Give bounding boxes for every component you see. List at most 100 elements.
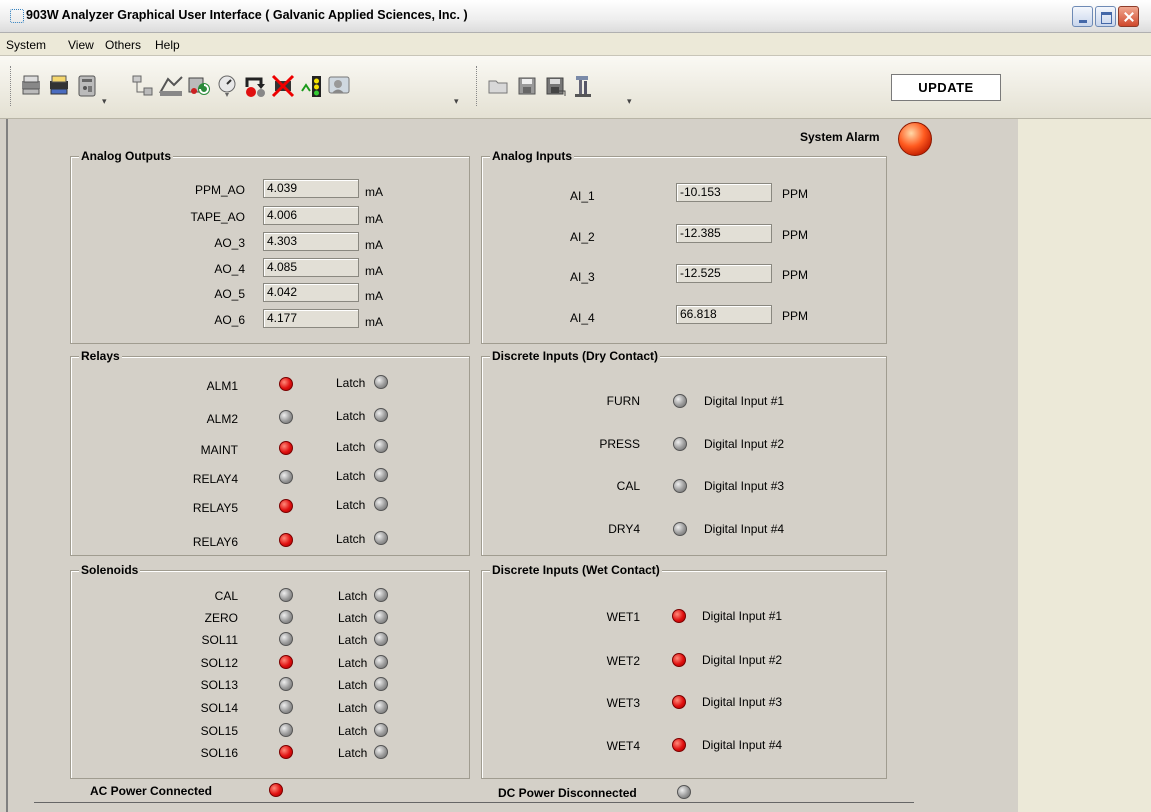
analog-output-value: 4.303 xyxy=(263,232,359,251)
latch-label: Latch xyxy=(338,701,368,715)
chart-icon[interactable] xyxy=(158,73,184,99)
latch-led[interactable] xyxy=(374,723,388,737)
relay-name: RELAY5 xyxy=(192,501,238,515)
unit-label: PPM xyxy=(782,309,809,323)
analog-input-value: -12.525 xyxy=(676,264,772,283)
analog-output-value: 4.039 xyxy=(263,179,359,198)
latch-led[interactable] xyxy=(374,655,388,669)
toolbar-grip[interactable] xyxy=(10,66,14,106)
latch-led[interactable] xyxy=(374,700,388,714)
unit-label: mA xyxy=(365,264,383,278)
dry-input-label: Digital Input #3 xyxy=(704,479,785,493)
wet-input-name: WET2 xyxy=(606,654,640,668)
latch-label: Latch xyxy=(336,409,366,423)
divider xyxy=(34,802,914,803)
latch-label: Latch xyxy=(336,498,366,512)
latch-label: Latch xyxy=(338,678,368,692)
solenoid-name: SOL13 xyxy=(200,678,238,692)
solenoid-name: SOL11 xyxy=(201,633,238,647)
relay-led xyxy=(279,410,293,424)
dc-power-label: DC Power Disconnected xyxy=(498,786,637,800)
latch-label: Latch xyxy=(336,376,366,390)
unit-label: mA xyxy=(365,212,383,226)
latch-led[interactable] xyxy=(374,497,388,511)
gauge-icon[interactable] xyxy=(214,73,240,99)
analog-output-value: 4.177 xyxy=(263,309,359,328)
analog-outputs-title: Analog Outputs xyxy=(79,149,173,163)
latch-led[interactable] xyxy=(374,375,388,389)
print-icon[interactable] xyxy=(18,73,44,99)
analog-output-value: 4.006 xyxy=(263,206,359,225)
wet-input-label: Digital Input #1 xyxy=(702,609,783,623)
device-icon[interactable] xyxy=(74,73,100,99)
dry-input-name: CAL xyxy=(616,479,640,493)
title-bar: 903W Analyzer Graphical User Interface (… xyxy=(0,0,1151,33)
latch-led[interactable] xyxy=(374,531,388,545)
latch-led[interactable] xyxy=(374,632,388,646)
latch-led[interactable] xyxy=(374,677,388,691)
toolbar-chevron-icon[interactable]: ▾ xyxy=(454,96,461,107)
analog-output-name: AO_6 xyxy=(214,313,245,327)
solenoid-name: SOL14 xyxy=(200,701,238,715)
analog-input-value: -12.385 xyxy=(676,224,772,243)
latch-led[interactable] xyxy=(374,588,388,602)
update-button[interactable]: UPDATE xyxy=(891,74,1001,101)
analog-output-name: AO_4 xyxy=(214,262,245,276)
relay-led xyxy=(279,533,293,547)
analog-input-value: -10.153 xyxy=(676,183,772,202)
user-icon[interactable] xyxy=(326,73,352,99)
save-icon[interactable] xyxy=(514,73,540,99)
menu-help[interactable]: Help xyxy=(155,38,180,52)
dry-input-led xyxy=(673,522,687,536)
unit-label: PPM xyxy=(782,228,809,242)
relay-name: RELAY6 xyxy=(192,535,238,549)
unit-label: PPM xyxy=(782,187,809,201)
latch-label: Latch xyxy=(338,611,368,625)
toolbar-grip[interactable] xyxy=(476,66,480,106)
menu-system[interactable]: System xyxy=(6,38,46,52)
relay-name: RELAY4 xyxy=(192,472,238,486)
relay-name: MAINT xyxy=(200,443,238,457)
disconnect-icon[interactable] xyxy=(270,73,296,99)
dry-input-led xyxy=(673,394,687,408)
relay-led xyxy=(279,499,293,513)
traffic-light-icon[interactable] xyxy=(298,73,324,99)
loop-icon[interactable] xyxy=(242,73,268,99)
maximize-button[interactable] xyxy=(1095,6,1116,27)
folder-open-icon[interactable] xyxy=(486,73,512,99)
toolbar-chevron-icon[interactable]: ▾ xyxy=(102,96,109,107)
latch-label: Latch xyxy=(338,656,368,670)
latch-led[interactable] xyxy=(374,439,388,453)
relays-group: Relays xyxy=(70,349,470,556)
wet-input-led xyxy=(672,695,686,709)
dc-power-led xyxy=(677,785,691,799)
save-as-icon[interactable] xyxy=(542,73,568,99)
dry-input-name: DRY4 xyxy=(608,522,640,536)
ac-power-led xyxy=(269,783,283,797)
relay-led xyxy=(279,470,293,484)
wet-inputs-title: Discrete Inputs (Wet Contact) xyxy=(490,563,662,577)
latch-led[interactable] xyxy=(374,408,388,422)
refresh-icon[interactable] xyxy=(186,73,212,99)
analog-input-name: AI_2 xyxy=(570,230,595,244)
print-setup-icon[interactable] xyxy=(46,73,72,99)
latch-label: Latch xyxy=(338,746,368,760)
latch-led[interactable] xyxy=(374,745,388,759)
minimize-button[interactable] xyxy=(1072,6,1093,27)
unit-label: mA xyxy=(365,185,383,199)
hammer-icon[interactable] xyxy=(570,73,596,99)
solenoid-led xyxy=(279,677,293,691)
menu-others[interactable]: Others xyxy=(105,38,141,52)
latch-led[interactable] xyxy=(374,610,388,624)
toolbar-chevron-icon[interactable]: ▾ xyxy=(627,96,634,107)
close-button[interactable] xyxy=(1118,6,1139,27)
analog-inputs-title: Analog Inputs xyxy=(490,149,574,163)
dry-input-led xyxy=(673,479,687,493)
wet-input-led xyxy=(672,609,686,623)
latch-label: Latch xyxy=(336,469,366,483)
latch-led[interactable] xyxy=(374,468,388,482)
dry-input-name: FURN xyxy=(606,394,640,408)
solenoid-led xyxy=(279,745,293,759)
menu-view[interactable]: View xyxy=(68,38,94,52)
tree-icon[interactable] xyxy=(130,73,156,99)
